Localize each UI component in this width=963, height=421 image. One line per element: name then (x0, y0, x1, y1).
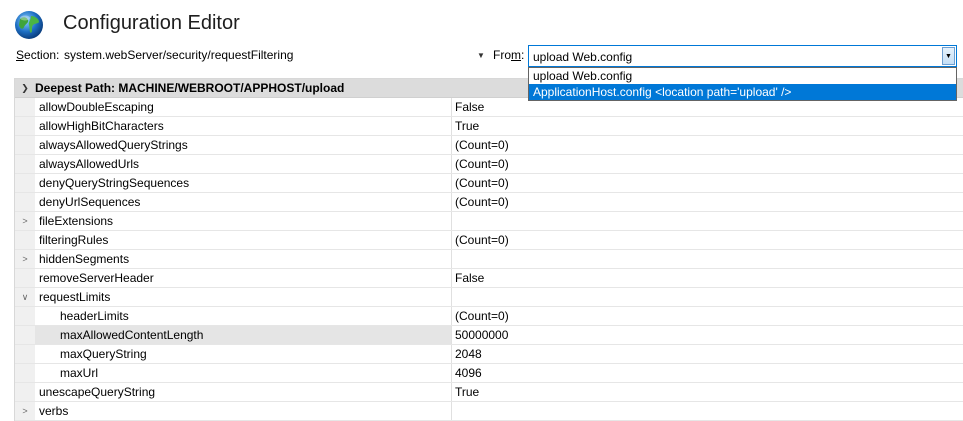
chevron-down-icon[interactable]: ∨ (15, 288, 35, 306)
chevron-right-icon[interactable]: > (15, 402, 35, 420)
property-row[interactable]: alwaysAllowedQueryStrings (Count=0) (15, 136, 963, 155)
property-value[interactable]: (Count=0) (452, 231, 963, 249)
from-label: From: (493, 48, 525, 62)
property-row[interactable]: maxUrl 4096 (15, 364, 963, 383)
property-value[interactable]: 50000000 (452, 326, 963, 344)
chevron-down-icon[interactable]: ❯ (15, 83, 35, 94)
property-name: alwaysAllowedQueryStrings (35, 136, 452, 154)
property-name: headerLimits (35, 307, 452, 325)
property-row[interactable]: alwaysAllowedUrls (Count=0) (15, 155, 963, 174)
property-grid: ❯ Deepest Path: MACHINE/WEBROOT/APPHOST/… (14, 78, 963, 421)
property-name: fileExtensions (35, 212, 452, 230)
property-name: maxAllowedContentLength (35, 326, 452, 344)
property-name: denyQueryStringSequences (35, 174, 452, 192)
property-row[interactable]: headerLimits (Count=0) (15, 307, 963, 326)
property-value[interactable] (452, 212, 963, 230)
section-path[interactable]: system.webServer/security/requestFilteri… (64, 48, 293, 62)
property-value[interactable]: True (452, 383, 963, 401)
property-value[interactable]: (Count=0) (452, 136, 963, 154)
property-row[interactable]: allowHighBitCharacters True (15, 117, 963, 136)
property-row[interactable]: unescapeQueryString True (15, 383, 963, 402)
property-row[interactable]: > verbs (15, 402, 963, 421)
property-row[interactable]: ∨ requestLimits (15, 288, 963, 307)
property-name: alwaysAllowedUrls (35, 155, 452, 173)
property-value[interactable] (452, 288, 963, 306)
from-dropdown-list: upload Web.config ApplicationHost.config… (528, 67, 957, 101)
property-row[interactable]: maxQueryString 2048 (15, 345, 963, 364)
triangle-down-icon: ▼ (945, 52, 952, 60)
triangle-down-icon: ▼ (477, 50, 485, 60)
property-row[interactable]: denyQueryStringSequences (Count=0) (15, 174, 963, 193)
property-name: allowHighBitCharacters (35, 117, 452, 135)
property-value[interactable]: False (452, 269, 963, 287)
property-name: verbs (35, 402, 452, 420)
from-combobox[interactable]: upload Web.config ▼ (528, 45, 957, 67)
property-name: unescapeQueryString (35, 383, 452, 401)
property-name: denyUrlSequences (35, 193, 452, 211)
property-value[interactable]: 4096 (452, 364, 963, 382)
chevron-right-icon[interactable]: > (15, 212, 35, 230)
property-value[interactable]: (Count=0) (452, 174, 963, 192)
page-title: Configuration Editor (63, 12, 240, 34)
property-value[interactable] (452, 402, 963, 420)
property-value[interactable] (452, 250, 963, 268)
from-dropdown-button[interactable]: ▼ (942, 47, 955, 65)
property-row[interactable]: filteringRules (Count=0) (15, 231, 963, 250)
property-value[interactable]: True (452, 117, 963, 135)
property-name: filteringRules (35, 231, 452, 249)
property-name: removeServerHeader (35, 269, 452, 287)
property-row[interactable]: denyUrlSequences (Count=0) (15, 193, 963, 212)
property-name: maxUrl (35, 364, 452, 382)
property-row[interactable]: > fileExtensions (15, 212, 963, 231)
dropdown-option-applicationhost-config[interactable]: ApplicationHost.config <location path='u… (529, 84, 956, 100)
globe-icon (15, 11, 43, 39)
property-value[interactable]: (Count=0) (452, 155, 963, 173)
section-dropdown-button[interactable]: ▼ (474, 46, 488, 64)
property-row[interactable]: > hiddenSegments (15, 250, 963, 269)
property-name: maxQueryString (35, 345, 452, 363)
chevron-right-icon[interactable]: > (15, 250, 35, 268)
property-name: requestLimits (35, 288, 452, 306)
section-label: Section: (16, 48, 60, 62)
property-name: allowDoubleEscaping (35, 98, 452, 116)
property-value[interactable]: 2048 (452, 345, 963, 363)
deepest-path-label: Deepest Path: MACHINE/WEBROOT/APPHOST/up… (35, 81, 345, 95)
dropdown-option-upload-web-config[interactable]: upload Web.config (529, 68, 956, 84)
property-name: hiddenSegments (35, 250, 452, 268)
property-row[interactable]: maxAllowedContentLength 50000000 (15, 326, 963, 345)
property-value[interactable]: (Count=0) (452, 307, 963, 325)
property-value[interactable]: (Count=0) (452, 193, 963, 211)
property-row[interactable]: removeServerHeader False (15, 269, 963, 288)
from-selected-value: upload Web.config (533, 50, 633, 64)
